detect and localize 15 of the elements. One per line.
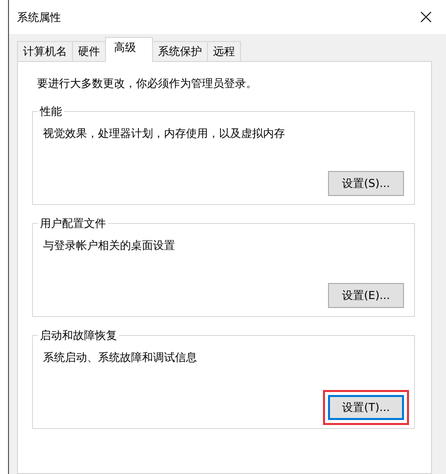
group-description: 与登录帐户相关的桌面设置 — [43, 238, 176, 253]
window-title: 系统属性 — [17, 10, 61, 24]
group-title: 用户配置文件 — [38, 216, 108, 231]
group-description: 系统启动、系统故障和调试信息 — [43, 350, 198, 365]
group-title: 性能 — [38, 104, 64, 119]
tab[interactable]: 计算机名 — [17, 41, 73, 61]
tab[interactable]: 远程 — [207, 41, 241, 61]
settings-button[interactable]: 设置(E)... — [328, 283, 404, 308]
settings-button[interactable]: 设置(S)... — [328, 171, 404, 196]
admin-notice: 要进行大多数更改，你必须作为管理员登录。 — [37, 76, 258, 91]
tab[interactable]: 高级 — [105, 37, 153, 62]
settings-button[interactable]: 设置(T)... — [328, 395, 404, 420]
group-description: 视觉效果，处理器计划，内存使用，以及虚拟内存 — [43, 126, 286, 141]
group-title: 启动和故障恢复 — [38, 328, 119, 343]
close-icon[interactable] — [420, 11, 432, 23]
